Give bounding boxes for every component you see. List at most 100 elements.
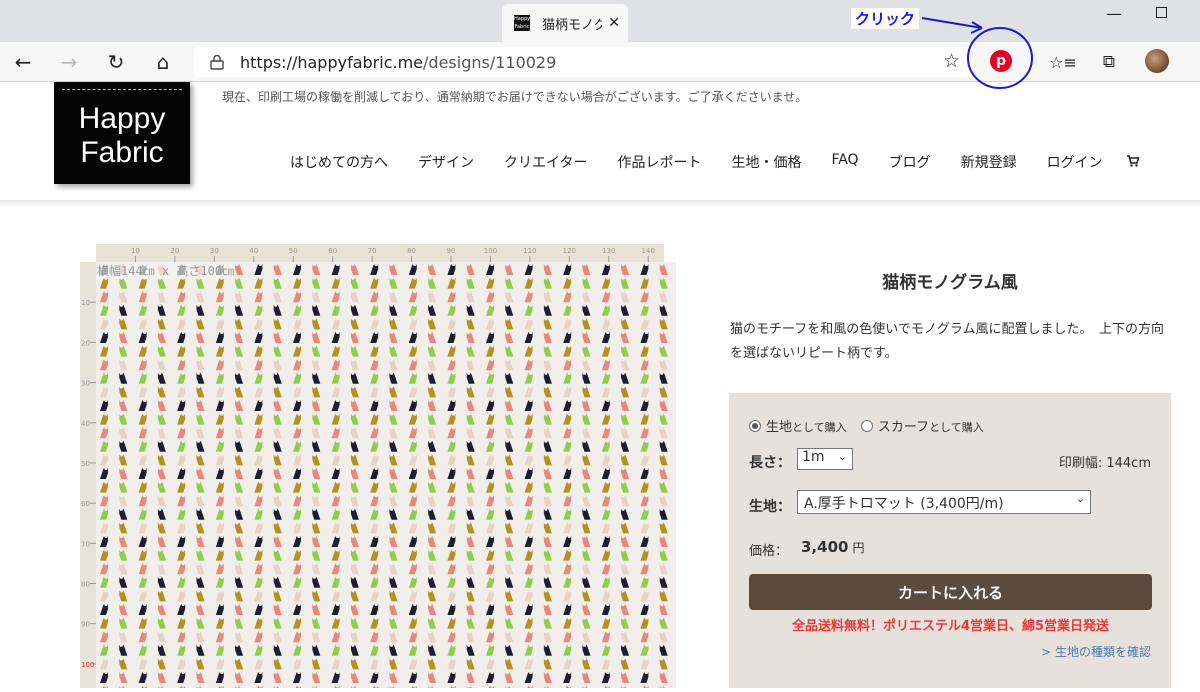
cat-motif [350, 590, 359, 602]
cat-motif [235, 468, 244, 479]
nav-item-register[interactable]: 新規登録 [961, 152, 1017, 172]
cat-motif [157, 372, 166, 384]
cat-motif [273, 345, 282, 357]
cat-motif [505, 277, 514, 289]
nav-item-faq[interactable]: FAQ [831, 152, 858, 172]
option-scarf-label[interactable]: スカーフ [878, 420, 929, 435]
cat-motif [370, 549, 379, 561]
cat-motif [100, 522, 108, 534]
cat-motif [312, 468, 321, 479]
cat-motif [312, 345, 321, 357]
nav-item-price[interactable]: 生地・価格 [731, 152, 801, 172]
cat-motif [447, 522, 456, 534]
ruler-tick-label: 70 [368, 247, 377, 255]
cat-motif [350, 658, 359, 670]
cat-motif [524, 522, 533, 534]
cat-motif [563, 277, 572, 289]
cat-motif [157, 536, 166, 547]
cat-motif [447, 413, 456, 425]
main-nav: はじめての方へ デザイン クリエイター 作品レポート 生地・価格 FAQ ブログ… [290, 152, 1133, 172]
cat-motif [293, 672, 301, 683]
cat-motif [563, 318, 572, 330]
cat-motif [621, 658, 630, 670]
cat-motif [640, 549, 649, 561]
cat-motif [408, 345, 417, 357]
nav-item-login[interactable]: ログイン [1047, 152, 1103, 172]
cat-motif [370, 508, 379, 520]
cat-motif [447, 563, 456, 575]
cat-motif [235, 413, 244, 425]
cat-motif [370, 536, 379, 547]
fabric-types-link[interactable]: > 生地の種類を確認 [1041, 643, 1151, 660]
option-fabric-label[interactable]: 生地 [766, 420, 792, 435]
cat-motif [157, 413, 166, 425]
cat-motif [486, 549, 494, 561]
product-description: 猫のモチーフを和風の色使いでモノグラム風に配置しました。 上下の方向を選ばないリ… [730, 322, 1164, 361]
cat-motif [215, 413, 224, 425]
cat-motif [157, 318, 166, 330]
cat-motif [331, 359, 340, 371]
cat-motif [350, 400, 359, 411]
cat-motif [505, 345, 514, 357]
cat-motif [196, 604, 205, 615]
cat-motif [138, 318, 147, 330]
cat-motif [428, 427, 437, 439]
cat-motif [370, 454, 379, 466]
cat-motif [254, 604, 263, 615]
cat-motif [350, 549, 359, 561]
cat-motif [235, 345, 244, 357]
cart-icon[interactable] [1126, 154, 1140, 172]
ruler-tick-label: 60 [328, 247, 337, 255]
cat-motif [543, 440, 552, 452]
cat-motif [235, 332, 244, 343]
cat-motif [157, 644, 166, 656]
cat-motif [428, 291, 437, 303]
nav-item-report[interactable]: 作品レポート [617, 152, 701, 172]
cat-motif [447, 631, 456, 643]
cat-motif [659, 440, 668, 452]
cat-motif [157, 576, 166, 588]
ruler-tick-label: 130 [602, 247, 615, 255]
nav-item-design[interactable]: デザイン [418, 152, 474, 172]
cat-motif [350, 440, 359, 452]
nav-item-blog[interactable]: ブログ [889, 152, 931, 172]
cat-motif [273, 604, 282, 615]
add-to-cart-button[interactable]: カートに入れる [749, 574, 1152, 610]
fabric-select[interactable]: A.厚手トロマット (3,400円/m) ⌄ [797, 490, 1091, 514]
cat-motif [215, 631, 224, 643]
cat-motif [215, 454, 224, 466]
cat-motif [331, 631, 340, 643]
cat-motif [312, 440, 321, 452]
fabric-size-label: 横幅144㎝ x 高さ100㎝ [97, 262, 235, 279]
cat-motif [293, 590, 301, 602]
cat-motif [119, 644, 128, 656]
site-logo[interactable]: Happy Fabric [54, 82, 190, 184]
cat-motif [408, 264, 417, 275]
nav-item-guide[interactable]: はじめての方へ [290, 152, 388, 172]
cat-motif [659, 522, 668, 534]
cat-motif [582, 332, 591, 343]
ruler-tick-label: 40 [249, 247, 258, 255]
nav-item-creator[interactable]: クリエイター [504, 152, 587, 172]
cat-motif [659, 672, 668, 683]
cat-motif [524, 304, 533, 316]
cat-motif [119, 277, 128, 289]
cat-motif [370, 304, 379, 316]
cat-motif [389, 427, 398, 439]
cat-motif [543, 590, 552, 602]
cat-motif [235, 386, 244, 398]
fabric-preview[interactable] [96, 262, 676, 688]
length-select[interactable]: 1m ⌄ [797, 448, 853, 470]
radio-scarf[interactable] [860, 420, 873, 432]
cat-motif [312, 277, 321, 289]
cat-motif [659, 576, 668, 588]
cat-motif [640, 576, 649, 588]
cat-motif [273, 318, 282, 330]
cat-motif [273, 644, 282, 656]
cat-motif [177, 522, 186, 534]
cat-motif [563, 440, 572, 452]
cat-motif [273, 304, 282, 316]
radio-fabric[interactable] [749, 420, 761, 432]
cat-motif [119, 590, 128, 602]
cat-motif [293, 549, 301, 561]
